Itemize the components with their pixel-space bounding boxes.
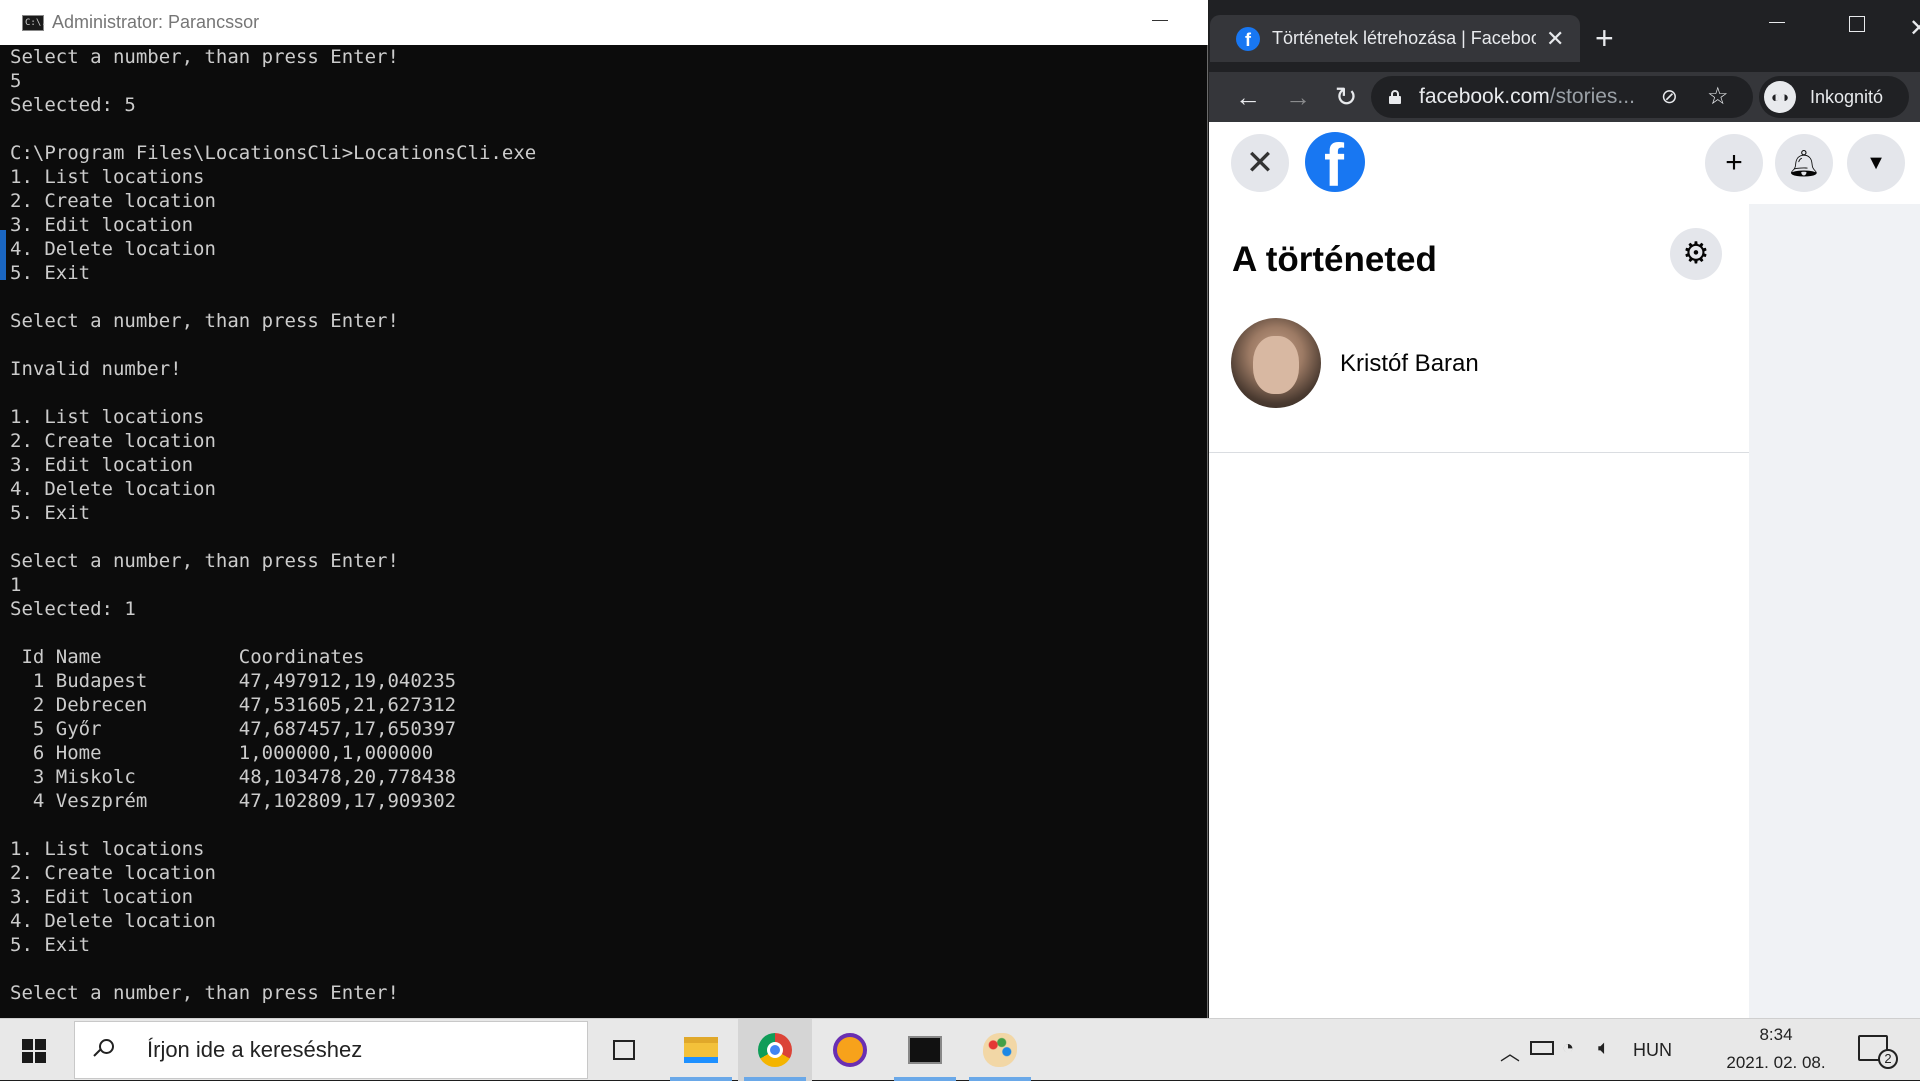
forward-button[interactable]: → (1281, 80, 1315, 114)
facebook-header-right: + 🔔︎ ▼ (1705, 122, 1920, 204)
facebook-logo-icon[interactable]: f (1305, 132, 1365, 192)
lock-icon[interactable] (1389, 90, 1401, 104)
tab-title: Történetek létrehozása | Facebook (1272, 28, 1536, 48)
chrome-window[interactable]: f Történetek létrehozása | Facebook ✕ + … (1209, 0, 1920, 1018)
windows-start-icon[interactable] (22, 1039, 46, 1063)
cmd-window[interactable]: C:\. Administrator: Parancssor Select a … (0, 0, 1208, 1018)
wifi-icon[interactable]: ◔ (1562, 1037, 1574, 1060)
notifications-bell-icon[interactable]: 🔔︎ (1775, 134, 1833, 192)
cmd-minimize-button[interactable] (1152, 20, 1168, 21)
cmd-titlebar[interactable]: C:\. Administrator: Parancssor (0, 0, 1208, 45)
new-tab-button[interactable]: + (1595, 22, 1614, 54)
task-view-icon[interactable] (587, 1019, 661, 1081)
chrome-icon[interactable] (738, 1019, 812, 1081)
window-maximize-button[interactable] (1849, 16, 1865, 32)
divider (1209, 452, 1749, 453)
tab-strip: f Történetek létrehozása | Facebook ✕ + … (1209, 0, 1920, 72)
browser-toolbar: ← → ↻ facebook.com/stories... ⊘ ☆ ◐◑ Ink… (1209, 72, 1920, 122)
window-close-button[interactable]: ✕ (1909, 14, 1920, 43)
tracking-blocked-icon[interactable]: ⊘ (1661, 84, 1678, 109)
facebook-favicon-icon: f (1236, 26, 1260, 51)
bookmark-star-icon[interactable]: ☆ (1707, 82, 1729, 111)
battery-icon[interactable] (1530, 1041, 1554, 1055)
reload-button[interactable]: ↻ (1329, 80, 1363, 114)
stories-preview-area (1749, 204, 1920, 1018)
search-placeholder: Írjon ide a kereséshez (147, 1037, 363, 1062)
back-button[interactable]: ← (1231, 80, 1265, 114)
notification-count-badge: 2 (1878, 1049, 1898, 1069)
command-prompt-icon[interactable] (888, 1019, 962, 1081)
clock-time[interactable]: 8:34 (1720, 1025, 1832, 1045)
url-text[interactable]: facebook.com/stories... (1419, 85, 1635, 109)
avatar[interactable] (1231, 318, 1321, 408)
stories-sidebar: A történeted ⚙ Kristóf Baran (1209, 204, 1749, 1018)
paint-icon[interactable] (963, 1019, 1037, 1081)
facebook-header: ✕ f (1209, 122, 1749, 204)
tab-close-icon[interactable]: ✕ (1546, 27, 1564, 50)
volume-icon[interactable]: 🔈︎ (1598, 1037, 1610, 1060)
taskbar: Írjon ide a kereséshez ︿ ◔ 🔈︎ HUN 8:34 2… (0, 1018, 1920, 1081)
background-window-edge (0, 230, 6, 280)
create-button[interactable]: + (1705, 134, 1763, 192)
user-name[interactable]: Kristóf Baran (1340, 350, 1479, 378)
account-menu-chevron-icon[interactable]: ▼ (1847, 134, 1905, 192)
file-explorer-icon[interactable] (664, 1019, 738, 1081)
show-hidden-icons-chevron-icon[interactable]: ︿ (1500, 1037, 1520, 1066)
page-title: A történeted (1232, 240, 1437, 279)
incognito-indicator[interactable]: ◐◑ Inkognitó (1759, 76, 1909, 118)
settings-gear-icon[interactable]: ⚙ (1670, 228, 1722, 280)
cmd-icon: C:\. (22, 14, 47, 31)
close-stories-button[interactable]: ✕ (1231, 134, 1289, 192)
address-bar[interactable]: facebook.com/stories... ⊘ ☆ (1371, 76, 1753, 118)
console-text: Select a number, than press Enter! 5 Sel… (10, 46, 537, 1004)
input-language[interactable]: HUN (1633, 1040, 1672, 1061)
incognito-label: Inkognitó (1810, 86, 1884, 107)
clock-date[interactable]: 2021. 02. 08. (1720, 1053, 1832, 1073)
incognito-icon: ◐◑ (1764, 81, 1796, 113)
cmd-window-title: Administrator: Parancssor (52, 12, 260, 32)
tab-facebook-stories[interactable]: f Történetek létrehozása | Facebook ✕ (1210, 15, 1580, 62)
window-minimize-button[interactable] (1769, 22, 1785, 23)
taskbar-search-input[interactable]: Írjon ide a kereséshez (74, 1021, 588, 1079)
vpn-app-icon[interactable] (813, 1019, 887, 1081)
search-icon (93, 1038, 117, 1062)
cmd-console-output[interactable]: Select a number, than press Enter! 5 Sel… (10, 45, 1200, 1015)
